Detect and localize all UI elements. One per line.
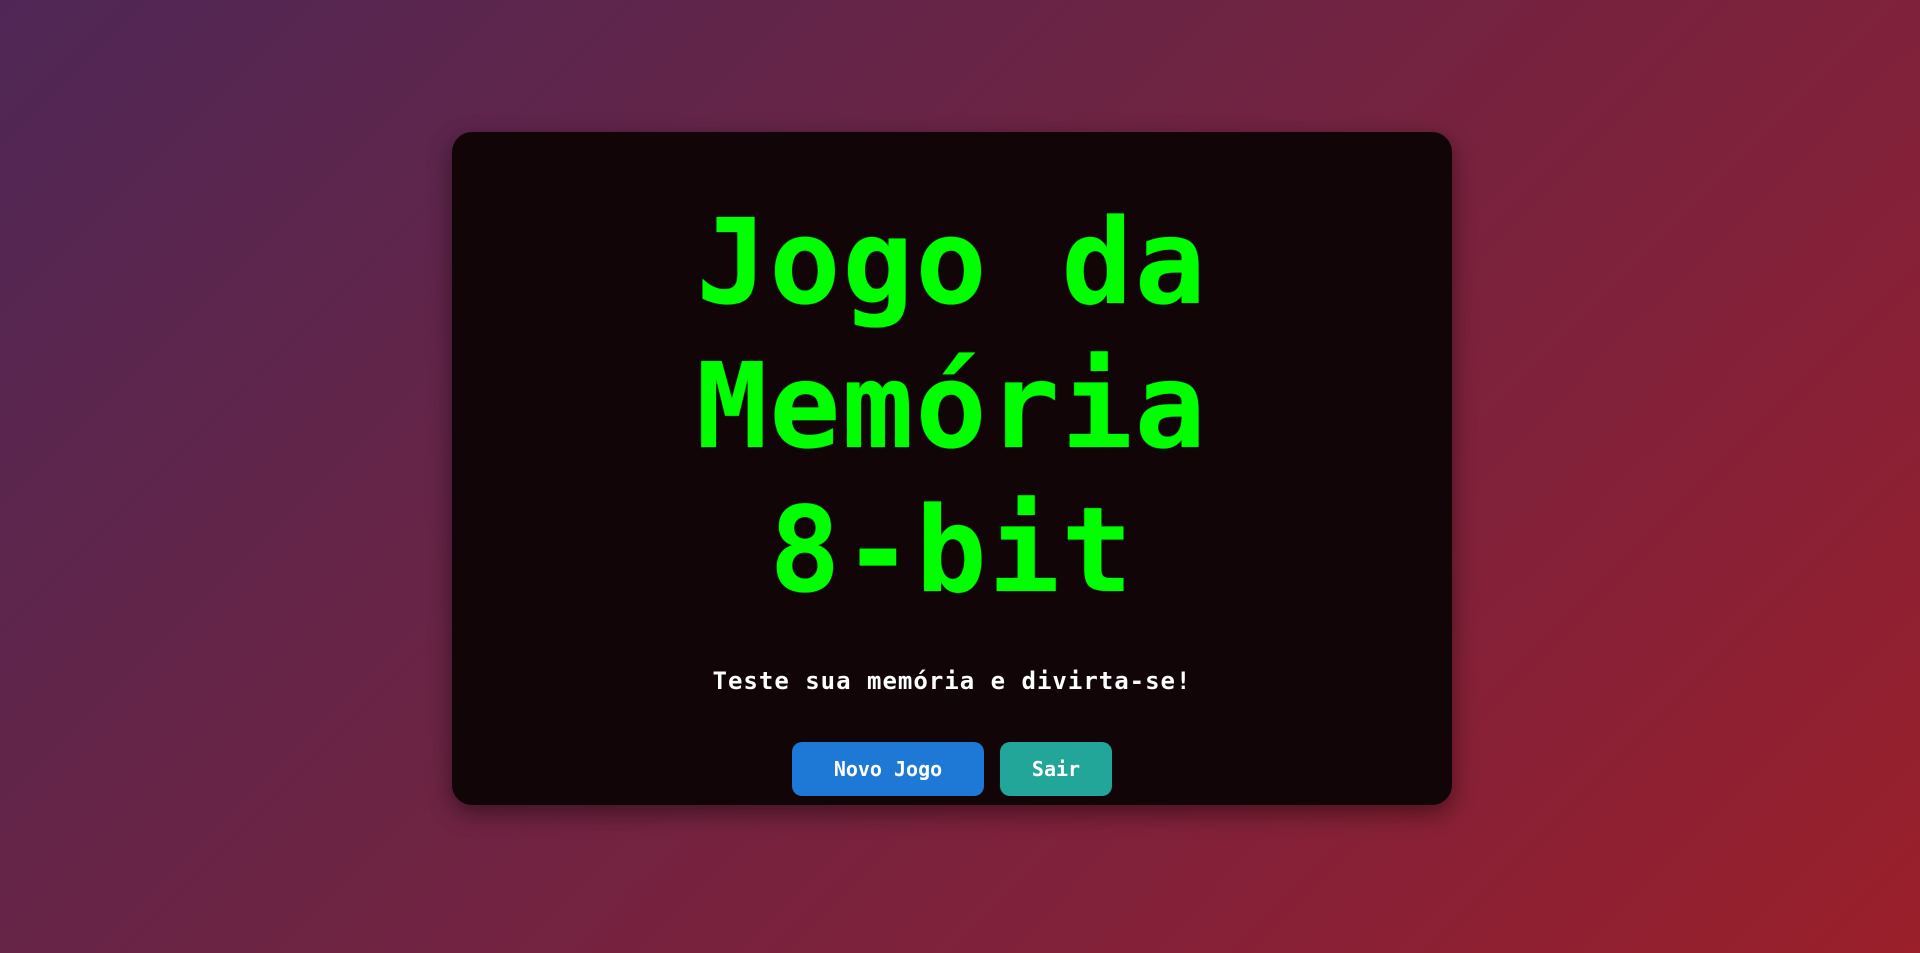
subtitle: Teste sua memória e divirta-se!	[712, 667, 1192, 695]
game-title-line-1: Jogo da	[696, 193, 1208, 331]
exit-button[interactable]: Sair	[1000, 742, 1112, 796]
game-title-line-3: 8-bit	[769, 481, 1135, 619]
start-menu-panel: Jogo da Memória 8-bit Teste sua memória …	[452, 132, 1452, 805]
menu-buttons: Novo Jogo Sair	[792, 742, 1112, 796]
game-title: Jogo da Memória 8-bit	[592, 190, 1312, 622]
new-game-button[interactable]: Novo Jogo	[792, 742, 984, 796]
game-title-line-2: Memória	[696, 337, 1208, 475]
